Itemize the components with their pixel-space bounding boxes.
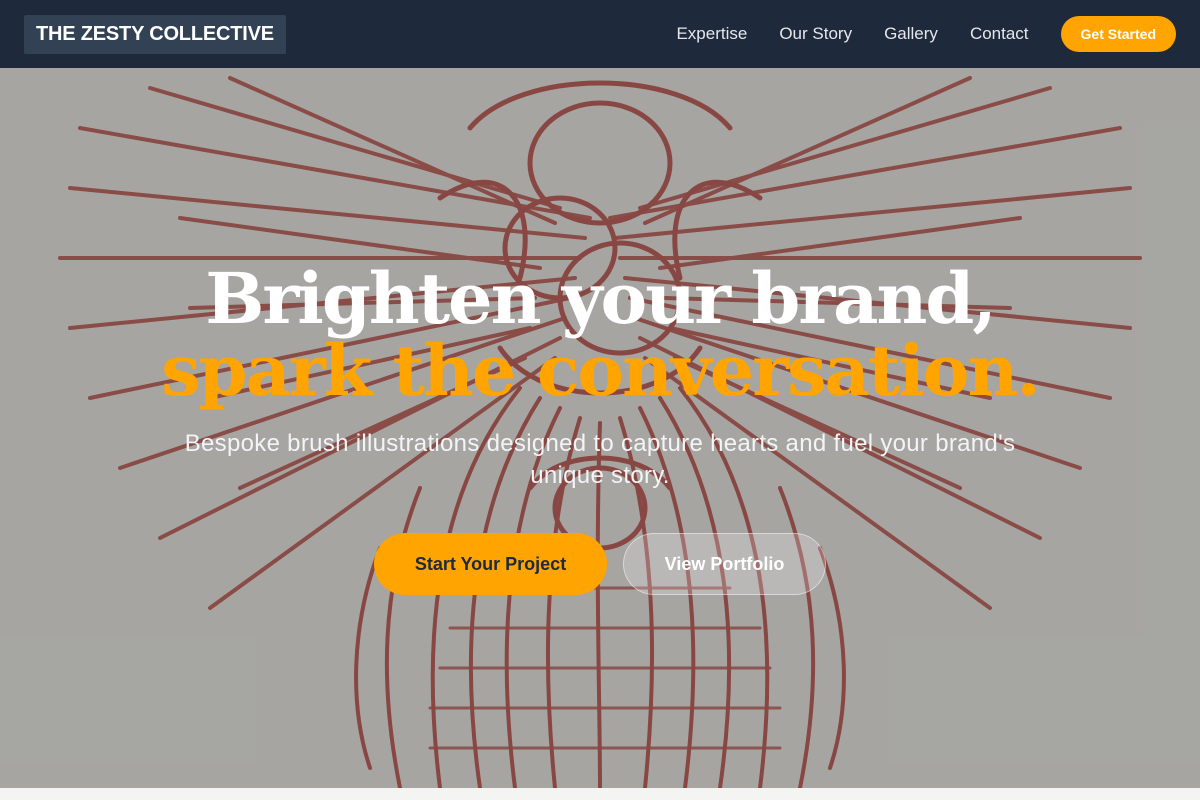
main-nav: Expertise Our Story Gallery Contact Get … [676,16,1176,52]
nav-link-contact[interactable]: Contact [970,24,1029,44]
hero-headline-line-2: spark the conversation. [161,329,1041,412]
hero-content: Brighten your brand, spark the conversat… [0,68,1200,788]
landing-page: THE ZESTY COLLECTIVE Expertise Our Story… [0,0,1200,800]
nav-link-expertise[interactable]: Expertise [676,24,747,44]
view-portfolio-button[interactable]: View Portfolio [623,533,826,595]
nav-link-our-story[interactable]: Our Story [779,24,852,44]
start-your-project-button[interactable]: Start Your Project [374,533,607,595]
get-started-button[interactable]: Get Started [1060,16,1176,52]
nav-link-gallery[interactable]: Gallery [884,24,938,44]
hero-headline-line-1: Brighten your brand, [205,257,997,340]
top-navigation-bar: THE ZESTY COLLECTIVE Expertise Our Story… [0,0,1200,68]
hero-subtitle: Bespoke brush illustrations designed to … [184,430,1016,489]
page-bottom-edge [0,788,1200,800]
hero-section: Brighten your brand, spark the conversat… [0,68,1200,788]
brand-logo[interactable]: THE ZESTY COLLECTIVE [24,14,286,54]
